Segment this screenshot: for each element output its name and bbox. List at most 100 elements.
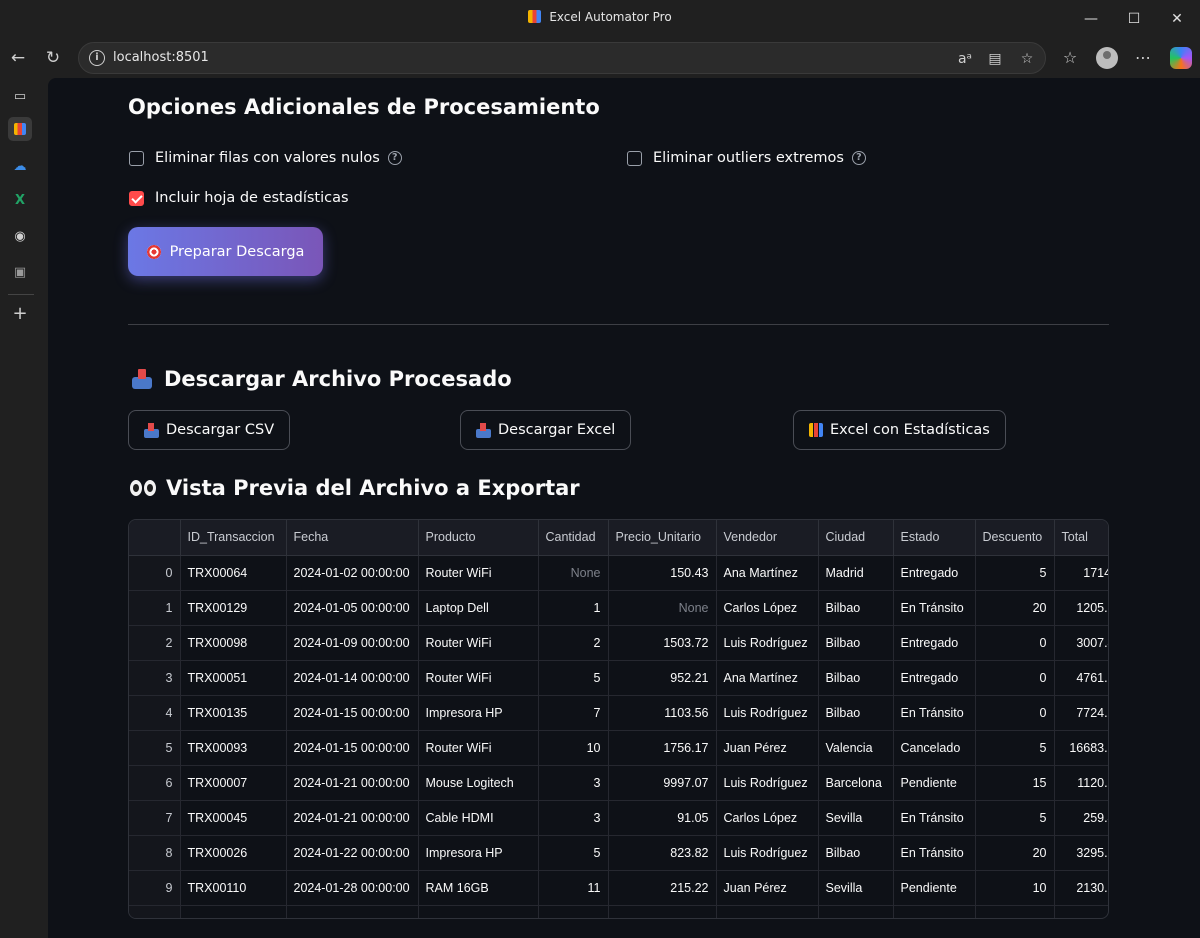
table-cell[interactable]: 2024-01-09 00:00:00: [286, 625, 419, 661]
table-cell[interactable]: Bilbao: [818, 695, 894, 731]
table-cell[interactable]: 15: [975, 765, 1055, 801]
table-cell[interactable]: Luis Rodríguez: [716, 625, 819, 661]
include-stats-label[interactable]: Incluir hoja de estadísticas: [155, 190, 349, 206]
table-cell[interactable]: 1503.72: [608, 625, 717, 661]
table-row[interactable]: 8 TRX00026 2024-01-22 00:00:00 Impresora HP…: [129, 835, 1108, 871]
table-cell[interactable]: 259.49: [1054, 800, 1108, 836]
row-index-cell[interactable]: 7: [129, 800, 181, 836]
table-cell[interactable]: Barcelona: [818, 765, 894, 801]
remove-outliers-checkbox[interactable]: [627, 150, 642, 166]
remove-nulls-checkbox[interactable]: [129, 150, 144, 166]
table-cell[interactable]: Pendiente: [893, 870, 976, 906]
excel-with-stats-button[interactable]: Excel con Estadísticas: [793, 410, 1006, 450]
row-index-cell[interactable]: 8: [129, 835, 181, 871]
column-header[interactable]: Producto: [418, 520, 539, 556]
table-row[interactable]: 9 TRX00110 2024-01-28 00:00:00 RAM 16GB 11 21…: [129, 870, 1108, 906]
table-cell[interactable]: En Tránsito: [893, 695, 976, 731]
table-cell[interactable]: TRX00007: [180, 765, 287, 801]
table-cell[interactable]: Bilbao: [818, 590, 894, 626]
table-cell[interactable]: [180, 905, 287, 918]
table-cell[interactable]: Entregado: [893, 625, 976, 661]
table-cell[interactable]: TRX00051: [180, 660, 287, 696]
table-cell[interactable]: 2130.68: [1054, 870, 1108, 906]
table-cell[interactable]: Sevilla: [818, 870, 894, 906]
include-stats-option[interactable]: Incluir hoja de estadísticas: [129, 190, 349, 206]
table-cell[interactable]: 16683.62: [1054, 730, 1108, 766]
table-cell[interactable]: 2024-01-21 00:00:00: [286, 800, 419, 836]
table-cell[interactable]: TRX00135: [180, 695, 287, 731]
download-excel-button[interactable]: Descargar Excel: [460, 410, 632, 450]
table-cell[interactable]: 9997.07: [608, 765, 717, 801]
table-cell[interactable]: Juan Pérez: [716, 730, 819, 766]
table-cell[interactable]: None: [538, 555, 609, 591]
table-cell[interactable]: TRX00064: [180, 555, 287, 591]
column-header[interactable]: Descuento: [975, 520, 1055, 556]
table-cell[interactable]: Router WiFi: [418, 625, 539, 661]
table-cell[interactable]: Ana Martínez: [716, 660, 819, 696]
table-cell[interactable]: 10: [538, 730, 609, 766]
table-cell[interactable]: 1103.56: [608, 695, 717, 731]
table-cell[interactable]: [893, 905, 976, 918]
table-cell[interactable]: Carlos López: [716, 590, 819, 626]
preview-dataframe[interactable]: ID_Transaccion Fecha Producto Cantidad Preci…: [128, 519, 1109, 919]
table-cell[interactable]: [538, 905, 609, 918]
help-icon[interactable]: ?: [387, 151, 402, 165]
row-index-cell[interactable]: 6: [129, 765, 181, 801]
table-cell[interactable]: 2024-01-15 00:00:00: [286, 695, 419, 731]
table-row[interactable]: 3 TRX00051 2024-01-14 00:00:00 Router WiFi 5…: [129, 660, 1108, 696]
table-cell[interactable]: 91.05: [608, 800, 717, 836]
close-icon[interactable]: ✕: [1166, 8, 1188, 30]
favorite-star-icon[interactable]: ☆: [1017, 49, 1037, 69]
table-cell[interactable]: 3: [538, 800, 609, 836]
row-index-cell[interactable]: 1: [129, 590, 181, 626]
table-cell[interactable]: Impresora HP: [418, 695, 539, 731]
table-cell[interactable]: Bilbao: [818, 835, 894, 871]
table-cell[interactable]: En Tránsito: [893, 800, 976, 836]
table-row[interactable]: 6 TRX00007 2024-01-21 00:00:00 Mouse Logite…: [129, 765, 1108, 801]
column-header[interactable]: Fecha: [286, 520, 419, 556]
table-cell[interactable]: Cancelado: [893, 730, 976, 766]
column-header[interactable]: Estado: [893, 520, 976, 556]
table-cell[interactable]: Router WiFi: [418, 555, 539, 591]
table-cell[interactable]: 4761.05: [1054, 660, 1108, 696]
table-cell[interactable]: TRX00129: [180, 590, 287, 626]
table-cell[interactable]: 2024-01-28 00:00:00: [286, 870, 419, 906]
reload-icon[interactable]: ↻: [41, 46, 65, 70]
table-cell[interactable]: Valencia: [818, 730, 894, 766]
table-cell[interactable]: 10: [975, 870, 1055, 906]
column-header[interactable]: ID_Transaccion: [180, 520, 287, 556]
table-cell[interactable]: 2024-01-14 00:00:00: [286, 660, 419, 696]
table-cell[interactable]: 1714.9: [1054, 555, 1108, 591]
table-cell[interactable]: Pendiente: [893, 765, 976, 801]
table-cell[interactable]: [716, 905, 819, 918]
table-cell[interactable]: En Tránsito: [893, 835, 976, 871]
column-header[interactable]: Total: [1054, 520, 1108, 556]
remove-nulls-label[interactable]: Eliminar filas con valores nulos: [155, 150, 380, 166]
table-cell[interactable]: None: [608, 590, 717, 626]
row-index-cell[interactable]: 3: [129, 660, 181, 696]
table-cell[interactable]: Laptop Dell: [418, 590, 539, 626]
row-index-cell[interactable]: 5: [129, 730, 181, 766]
table-cell[interactable]: [418, 905, 539, 918]
table-cell[interactable]: Router WiFi: [418, 730, 539, 766]
url-text[interactable]: localhost:8501: [113, 50, 209, 65]
table-cell[interactable]: 0: [975, 660, 1055, 696]
index-column-header[interactable]: [129, 520, 181, 556]
table-cell[interactable]: 1205.78: [1054, 590, 1108, 626]
table-cell[interactable]: Impresora HP: [418, 835, 539, 871]
table-cell[interactable]: TRX00026: [180, 835, 287, 871]
table-cell[interactable]: Entregado: [893, 660, 976, 696]
table-cell[interactable]: Juan Pérez: [716, 870, 819, 906]
onedrive-icon[interactable]: ☁: [8, 155, 32, 179]
table-cell[interactable]: [818, 905, 894, 918]
table-cell[interactable]: Bilbao: [818, 660, 894, 696]
help-icon[interactable]: ?: [851, 151, 866, 165]
add-icon[interactable]: +: [8, 302, 32, 326]
table-cell[interactable]: 3007.44: [1054, 625, 1108, 661]
table-cell[interactable]: 3: [538, 765, 609, 801]
profile-avatar[interactable]: [1096, 47, 1118, 69]
excel-automator-tab-icon[interactable]: [8, 117, 32, 141]
table-cell[interactable]: 5: [975, 555, 1055, 591]
favorites-icon[interactable]: ☆: [1058, 46, 1082, 70]
table-cell[interactable]: 0: [975, 625, 1055, 661]
